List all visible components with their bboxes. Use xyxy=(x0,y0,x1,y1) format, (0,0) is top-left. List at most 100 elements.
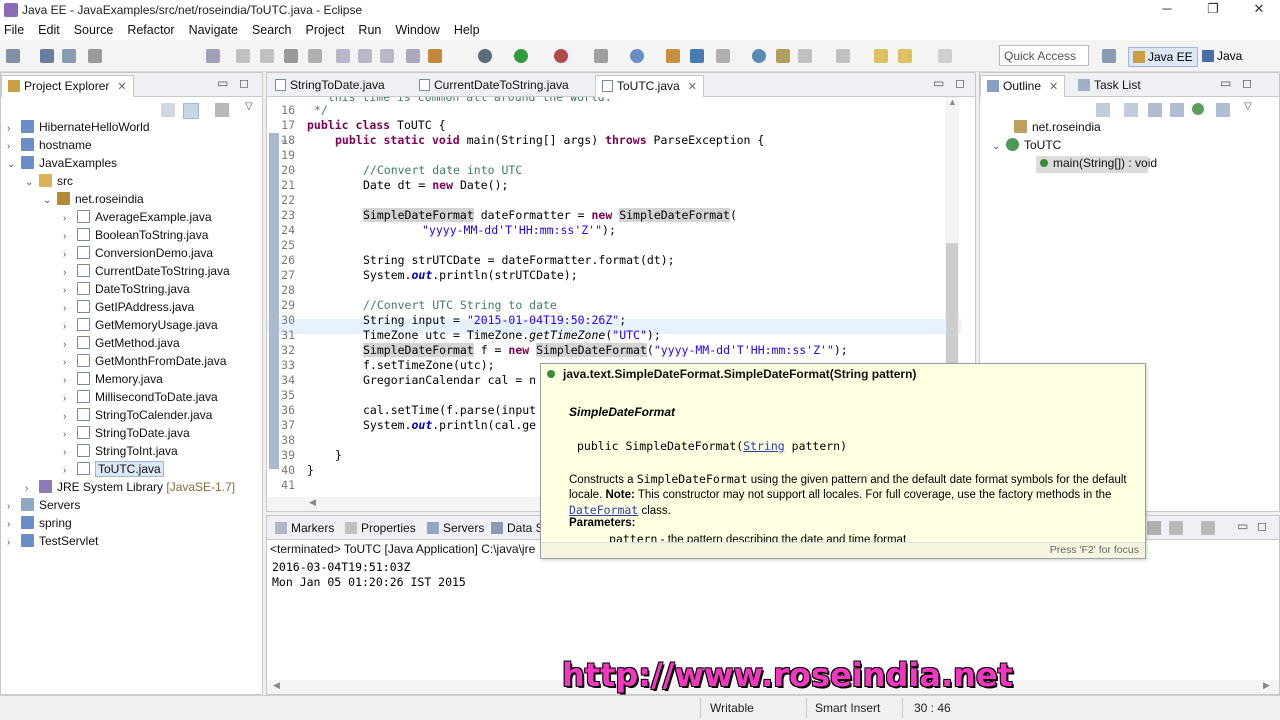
string-type-link[interactable]: String xyxy=(743,439,785,453)
debug-icon[interactable] xyxy=(478,49,492,63)
tree-item-java-file[interactable]: › DateToString.java xyxy=(63,282,190,300)
expand-arrow-icon[interactable]: › xyxy=(63,267,77,278)
outline-item-method[interactable]: main(String[]) : void xyxy=(1036,156,1157,174)
dateformat-link[interactable]: DateFormat xyxy=(569,503,638,517)
web-browser-icon[interactable] xyxy=(752,49,766,63)
tree-item-project[interactable]: › HibernateHelloWorld xyxy=(7,120,150,138)
expand-arrow-icon[interactable]: › xyxy=(63,285,77,296)
minimize-editor-icon[interactable]: ▭ xyxy=(933,76,944,90)
search-icon[interactable] xyxy=(776,49,790,63)
tree-item-project[interactable]: › spring xyxy=(7,516,72,534)
menu-search[interactable]: Search xyxy=(252,23,292,37)
close-icon[interactable]: ✕ xyxy=(1049,81,1058,93)
last-edit-icon[interactable] xyxy=(874,49,888,63)
expand-arrow-icon[interactable]: › xyxy=(25,483,39,494)
expand-arrow-icon[interactable]: › xyxy=(63,249,77,260)
resume-icon[interactable] xyxy=(236,49,250,63)
save-all-icon[interactable] xyxy=(62,49,76,63)
expand-arrow-icon[interactable]: › xyxy=(63,303,77,314)
tree-item-java-file[interactable]: › GetMemoryUsage.java xyxy=(63,318,218,336)
minimize-view-icon[interactable]: ▭ xyxy=(1220,76,1231,90)
tree-item-java-file[interactable]: › CurrentDateToString.java xyxy=(63,264,230,282)
expand-arrow-icon[interactable]: › xyxy=(63,231,77,242)
tree-item-java-file[interactable]: › StringToInt.java xyxy=(63,444,178,462)
outline-item-package[interactable]: net.roseindia xyxy=(1000,120,1101,138)
expand-arrow-icon[interactable]: › xyxy=(7,123,21,134)
minimize-view-icon[interactable]: ▭ xyxy=(217,76,228,90)
view-menu-dropdown-icon[interactable]: ▽ xyxy=(1244,101,1252,112)
expand-arrow-icon[interactable]: › xyxy=(7,537,21,548)
open-type-icon[interactable] xyxy=(716,49,730,63)
tree-item-java-file[interactable]: › GetMonthFromDate.java xyxy=(63,354,226,372)
tab-task-list[interactable]: Task List xyxy=(1072,75,1147,97)
tab-servers[interactable]: Servers xyxy=(421,518,490,540)
tree-item-package[interactable]: ⌄ net.roseindia xyxy=(43,192,144,210)
tree-item-folder[interactable]: ⌄ src xyxy=(25,174,73,192)
expand-arrow-icon[interactable]: › xyxy=(63,321,77,332)
perspective-java-ee[interactable]: Java EE xyxy=(1128,47,1198,67)
tree-item-java-file[interactable]: › BooleanToString.java xyxy=(63,228,208,246)
open-perspective-icon[interactable] xyxy=(1102,49,1116,63)
tree-item-java-file[interactable]: › StringToDate.java xyxy=(63,426,190,444)
print-icon[interactable] xyxy=(88,49,102,63)
new-package-icon[interactable] xyxy=(666,49,680,63)
expand-arrow-icon[interactable]: › xyxy=(63,393,77,404)
close-icon[interactable]: ✕ xyxy=(688,81,697,93)
tree-item-project[interactable]: › TestServlet xyxy=(7,534,98,552)
hide-local-types-icon[interactable] xyxy=(1216,103,1230,117)
new-class-icon[interactable] xyxy=(690,49,704,63)
tree-item-java-file[interactable]: › GetMethod.java xyxy=(63,336,180,354)
open-console-icon[interactable] xyxy=(1201,521,1215,535)
expand-arrow-icon[interactable]: › xyxy=(7,519,21,530)
expand-arrow-icon[interactable]: › xyxy=(63,429,77,440)
maximize-view-icon[interactable]: ◻ xyxy=(1257,519,1267,533)
collapse-all-icon[interactable] xyxy=(161,103,175,117)
minimize-view-icon[interactable]: ▭ xyxy=(1237,519,1248,533)
expand-arrow-icon[interactable]: › xyxy=(63,357,77,368)
expand-arrow-icon[interactable]: › xyxy=(63,339,77,350)
save-icon[interactable] xyxy=(40,49,54,63)
tree-item-project[interactable]: › hostname xyxy=(7,138,92,156)
expand-arrow-icon[interactable]: › xyxy=(63,411,77,422)
expand-arrow-icon[interactable]: › xyxy=(7,501,21,512)
tree-item-java-file[interactable]: › AverageExample.java xyxy=(63,210,212,228)
back-icon[interactable] xyxy=(898,49,912,63)
toggle-mark-occurrences-icon[interactable] xyxy=(798,49,812,63)
menu-run[interactable]: Run xyxy=(358,23,381,37)
run-icon[interactable] xyxy=(514,49,528,63)
expand-arrow-icon[interactable]: › xyxy=(63,375,77,386)
step-return-icon[interactable] xyxy=(380,49,394,63)
maximize-editor-icon[interactable]: ◻ xyxy=(955,76,965,90)
status-insert-mode[interactable]: Smart Insert xyxy=(815,701,880,715)
close-icon[interactable]: ✕ xyxy=(117,81,126,93)
view-menu-icon[interactable] xyxy=(215,103,229,117)
display-console-icon[interactable] xyxy=(1169,521,1183,535)
tree-item-java-file[interactable]: › GetIPAddress.java xyxy=(63,300,194,318)
quick-access-field[interactable]: Quick Access xyxy=(999,45,1089,66)
close-window-button[interactable]: ✕ xyxy=(1236,0,1280,20)
use-step-filters-icon[interactable] xyxy=(428,49,442,63)
next-annotation-icon[interactable] xyxy=(836,49,850,63)
tab-toutc[interactable]: ToUTC.java ✕ xyxy=(595,75,704,97)
tab-markers[interactable]: Markers xyxy=(269,518,340,540)
tree-item-java-file[interactable]: › StringToCalender.java xyxy=(63,408,212,426)
menu-source[interactable]: Source xyxy=(74,23,114,37)
coverage-icon[interactable] xyxy=(554,49,568,63)
expand-arrow-icon[interactable]: › xyxy=(63,465,77,476)
tab-properties[interactable]: Properties xyxy=(339,518,422,540)
sort-icon[interactable] xyxy=(1124,103,1138,117)
view-menu-dropdown-icon[interactable]: ▽ xyxy=(245,101,253,112)
step-into-icon[interactable] xyxy=(336,49,350,63)
menu-file[interactable]: File xyxy=(4,23,24,37)
hide-non-public-icon[interactable] xyxy=(1192,103,1204,115)
menu-navigate[interactable]: Navigate xyxy=(189,23,238,37)
hide-fields-icon[interactable] xyxy=(1148,103,1162,117)
forward-icon[interactable] xyxy=(938,49,952,63)
expand-arrow-icon[interactable]: › xyxy=(7,141,21,152)
collapse-arrow-icon[interactable]: ⌄ xyxy=(992,141,1006,152)
tree-item-project[interactable]: › Servers xyxy=(7,498,80,516)
collapse-all-icon[interactable] xyxy=(1096,103,1110,117)
tree-item-project[interactable]: ⌄ JavaExamples xyxy=(7,156,117,174)
minimize-button[interactable]: ─ xyxy=(1144,0,1190,20)
drop-to-frame-icon[interactable] xyxy=(406,49,420,63)
